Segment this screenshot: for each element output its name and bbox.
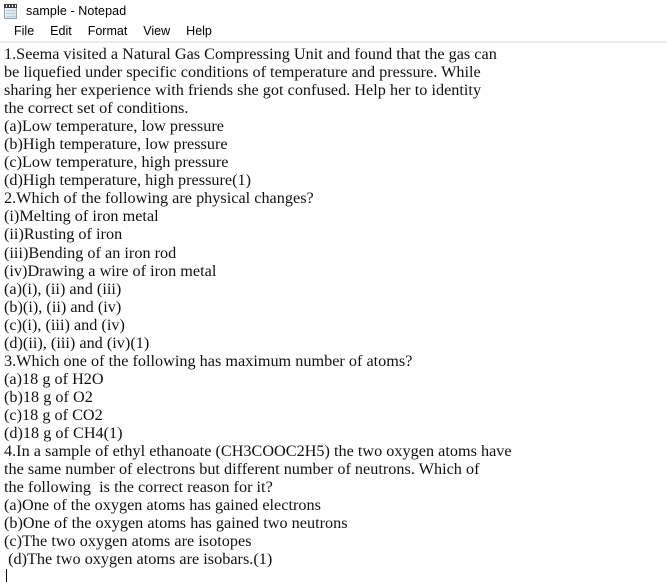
menu-item-help[interactable]: Help bbox=[178, 23, 220, 40]
text-line: (iv)Drawing a wire of iron metal bbox=[4, 261, 217, 280]
text-line: (ii)Rusting of iron bbox=[4, 225, 123, 244]
text-line: the same number of electrons but differe… bbox=[4, 460, 480, 479]
text-line: (a)18 g of H2O bbox=[4, 369, 104, 388]
text-line: (c)The two oxygen atoms are isotopes bbox=[4, 532, 252, 551]
notepad-window: sample - Notepad File Edit Format View H… bbox=[0, 0, 667, 582]
text-line: 4.In a sample of ethyl ethanoate (CH3COO… bbox=[4, 442, 512, 461]
text-line: 2.Which of the following are physical ch… bbox=[4, 189, 314, 208]
text-line: (c)18 g of CO2 bbox=[4, 405, 103, 424]
text-line: (a)Low temperature, low pressure bbox=[4, 117, 224, 136]
text-line: (d)(ii), (iii) and (iv)(1) bbox=[4, 333, 150, 352]
notepad-icon-binding bbox=[4, 4, 17, 8]
text-line: (b)18 g of O2 bbox=[4, 387, 93, 406]
title-bar[interactable]: sample - Notepad bbox=[0, 0, 667, 22]
text-line: (d)The two oxygen atoms are isobars.(1) bbox=[4, 550, 273, 569]
text-cursor bbox=[6, 569, 7, 582]
text-line: (b)One of the oxygen atoms has gained tw… bbox=[4, 514, 348, 533]
menu-item-view[interactable]: View bbox=[135, 23, 178, 40]
text-line: (a)(i), (ii) and (iii) bbox=[4, 279, 122, 298]
window-title: sample - Notepad bbox=[26, 4, 127, 18]
menu-item-edit[interactable]: Edit bbox=[42, 23, 80, 40]
caret-line bbox=[4, 568, 667, 582]
text-line: (d)18 g of CH4(1) bbox=[4, 423, 123, 442]
notepad-icon bbox=[3, 3, 20, 20]
text-line: sharing her experience with friends she … bbox=[4, 81, 482, 100]
text-editor-area[interactable]: 1.Seema visited a Natural Gas Compressin… bbox=[0, 43, 667, 582]
menu-item-format[interactable]: Format bbox=[80, 23, 136, 40]
text-line: 1.Seema visited a Natural Gas Compressin… bbox=[4, 45, 497, 63]
text-line: (c)(i), (iii) and (iv) bbox=[4, 315, 125, 334]
text-line: (c)Low temperature, high pressure bbox=[4, 153, 229, 172]
text-line: be liquefied under specific conditions o… bbox=[4, 63, 481, 82]
text-line: (b)(i), (ii) and (iv) bbox=[4, 297, 122, 316]
text-line: (d)High temperature, high pressure(1) bbox=[4, 171, 252, 190]
text-line: (i)Melting of iron metal bbox=[4, 207, 159, 226]
text-line: 3.Which one of the following has maximum… bbox=[4, 351, 413, 370]
text-line: (a)One of the oxygen atoms has gained el… bbox=[4, 496, 321, 515]
document-text[interactable]: 1.Seema visited a Natural Gas Compressin… bbox=[1, 45, 667, 582]
menu-item-file[interactable]: File bbox=[6, 23, 42, 40]
text-line: the following is the correct reason for … bbox=[4, 478, 273, 497]
menu-bar: File Edit Format View Help bbox=[0, 22, 667, 41]
text-line: (b)High temperature, low pressure bbox=[4, 135, 228, 154]
text-line: the correct set of conditions. bbox=[4, 99, 189, 118]
text-line: (iii)Bending of an iron rod bbox=[4, 243, 177, 262]
notepad-icon-lines bbox=[6, 10, 15, 17]
